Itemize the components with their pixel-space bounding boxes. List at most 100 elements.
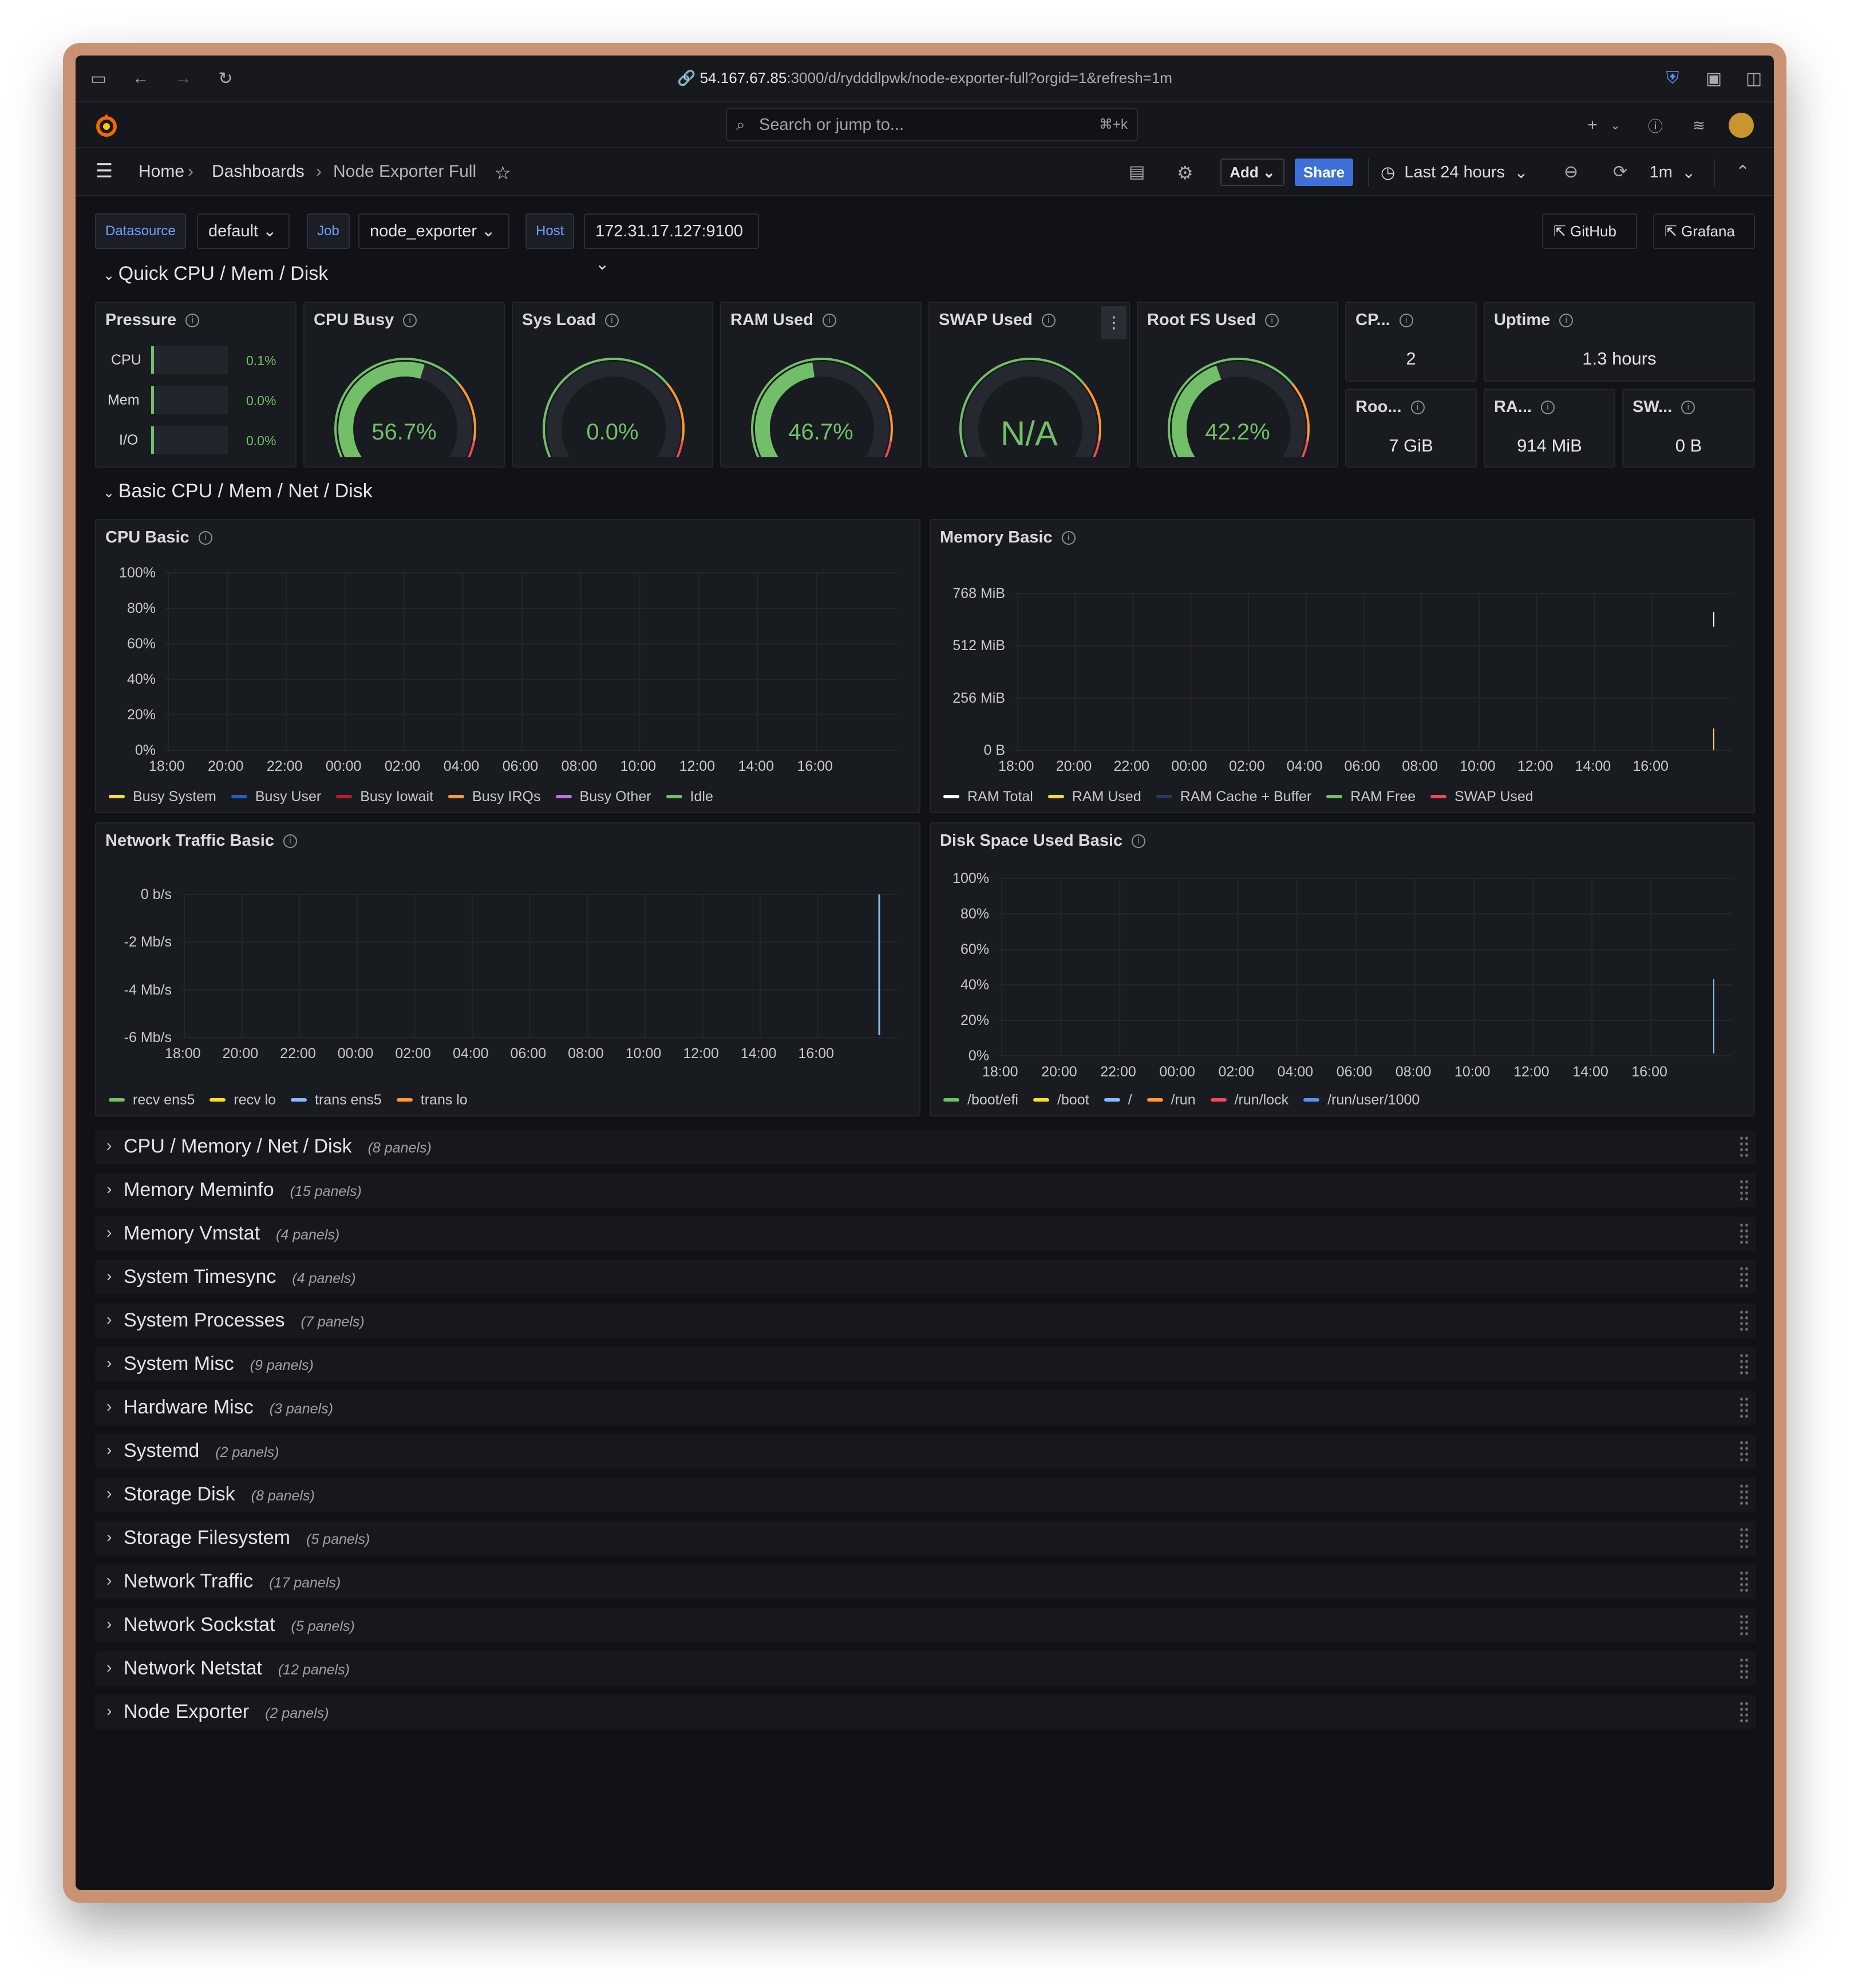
legend-item[interactable]: trans ens5 [291,1092,382,1108]
plus-icon[interactable]: + [1581,114,1604,137]
x-tick-label: 18:00 [998,758,1034,774]
grafana-link[interactable]: ⇱ Grafana [1653,213,1755,249]
info-icon[interactable]: i [1681,401,1695,415]
x-tick-label: 16:00 [1631,1064,1667,1080]
drag-handle-icon[interactable] [1739,1135,1749,1158]
legend-swatch [109,1098,125,1102]
legend-item[interactable]: Busy Iowait [336,789,433,805]
info-icon[interactable]: i [1265,314,1279,328]
shield-icon[interactable]: ⛨ [1661,67,1684,90]
drag-handle-icon[interactable] [1739,1179,1749,1202]
refresh-interval-picker[interactable]: 1m ⌄ [1644,159,1701,186]
legend-item[interactable]: /boot/efi [943,1092,1018,1108]
drag-handle-icon[interactable] [1739,1701,1749,1724]
legend-item[interactable]: Busy IRQs [448,789,541,805]
info-icon[interactable]: i [1559,314,1574,328]
address-bar[interactable]: 🔗 54.167.67.85:3000/d/rydddlpwk/node-exp… [76,69,1774,87]
legend-item[interactable]: Busy System [109,789,216,805]
info-icon[interactable]: i [604,314,619,328]
collapsed-row[interactable]: › Storage Disk (8 panels) [95,1478,1756,1512]
github-link[interactable]: ⇱ GitHub [1542,213,1637,249]
breadcrumb-dashboards[interactable]: Dashboards [212,162,305,181]
job-select[interactable]: node_exporter ⌄ [358,213,509,249]
drag-handle-icon[interactable] [1739,1570,1749,1593]
collapsed-row[interactable]: › Memory Vmstat (4 panels) [95,1217,1756,1251]
collapsed-row[interactable]: › Node Exporter (2 panels) [95,1695,1756,1729]
drag-handle-icon[interactable] [1739,1614,1749,1637]
legend-item[interactable]: Busy Other [555,789,651,805]
collapse-chevron-icon[interactable]: ⌃ [1736,162,1750,182]
info-icon[interactable]: i [403,314,417,328]
host-select[interactable]: 172.31.17.127:9100 ⌄ [584,213,759,274]
menu-icon[interactable]: ☰ [93,160,116,183]
collapsed-row[interactable]: › Memory Meminfo (15 panels) [95,1173,1756,1207]
collapsed-row[interactable]: › System Processes (7 panels) [95,1304,1756,1338]
info-icon[interactable]: i [1041,314,1056,328]
grafana-logo-icon[interactable] [93,112,120,139]
legend-item[interactable]: / [1104,1092,1132,1108]
legend-item[interactable]: Busy User [231,789,321,805]
time-range-picker[interactable]: ◷ Last 24 hours ⌄ [1381,159,1552,186]
collapsed-row-title: Node Exporter (2 panels) [124,1701,329,1723]
info-icon[interactable]: i [1410,401,1425,415]
collapsed-row[interactable]: › System Timesync (4 panels) [95,1260,1756,1294]
datasource-select[interactable]: default ⌄ [197,213,290,249]
legend-item[interactable]: recv ens5 [109,1092,195,1108]
search-input[interactable]: ⌕ Search or jump to... ⌘+k [726,108,1138,141]
drag-handle-icon[interactable] [1739,1266,1749,1289]
breadcrumb-home[interactable]: Home [139,162,184,181]
legend-item[interactable]: RAM Cache + Buffer [1156,789,1311,805]
drag-handle-icon[interactable] [1739,1483,1749,1506]
star-icon[interactable]: ☆ [495,162,511,184]
info-icon[interactable]: i [823,314,837,328]
x-tick-label: 02:00 [395,1046,431,1062]
collapsed-row[interactable]: › System Misc (9 panels) [95,1347,1756,1381]
add-button[interactable]: Add ⌄ [1220,159,1284,186]
drag-handle-icon[interactable] [1739,1222,1749,1245]
split-view-icon[interactable]: ◫ [1742,67,1765,90]
collapsed-row[interactable]: › CPU / Memory / Net / Disk (8 panels) [95,1130,1756,1164]
collapsed-row[interactable]: › Storage Filesystem (5 panels) [95,1521,1756,1555]
legend-item[interactable]: /run/user/1000 [1303,1092,1420,1108]
row-basic-title: Basic CPU / Mem / Net / Disk [118,480,373,502]
collapsed-row[interactable]: › Network Netstat (12 panels) [95,1652,1756,1686]
legend-item[interactable]: trans lo [396,1092,468,1108]
info-icon[interactable]: i [185,314,200,328]
legend-item[interactable]: RAM Free [1326,789,1416,805]
collapsed-row[interactable]: › Network Sockstat (5 panels) [95,1608,1756,1642]
avatar[interactable] [1729,113,1754,138]
legend-item[interactable]: Idle [666,789,713,805]
collapsed-row[interactable]: › Hardware Misc (3 panels) [95,1391,1756,1425]
info-icon[interactable]: i [1541,401,1555,415]
drag-handle-icon[interactable] [1739,1657,1749,1680]
legend-item[interactable]: RAM Total [943,789,1033,805]
refresh-icon[interactable]: ⟳ [1613,162,1627,182]
row-quick-cpu[interactable]: ⌄ Quick CPU / Mem / Disk [103,263,328,285]
legend-item[interactable]: /run [1147,1092,1196,1108]
drag-handle-icon[interactable] [1739,1527,1749,1550]
chevron-down-icon[interactable]: ⌄ [1604,114,1627,137]
drag-handle-icon[interactable] [1739,1396,1749,1419]
info-icon[interactable]: i [1399,314,1413,328]
zoom-out-icon[interactable]: ⊖ [1564,162,1578,182]
legend-item[interactable]: recv lo [209,1092,276,1108]
ram-used-panel: RAM Used i 46.7% [720,302,922,468]
share-button[interactable]: Share [1295,159,1353,186]
rss-icon[interactable]: ≋ [1687,114,1710,137]
legend-item[interactable]: SWAP Used [1430,789,1533,805]
panel-menu-icon[interactable]: ⋮ [1101,306,1126,339]
legend-item[interactable]: RAM Used [1047,789,1141,805]
legend-item[interactable]: /boot [1033,1092,1089,1108]
drag-handle-icon[interactable] [1739,1440,1749,1463]
drag-handle-icon[interactable] [1739,1309,1749,1332]
collapsed-row[interactable]: › Network Traffic (17 panels) [95,1565,1756,1599]
gear-icon[interactable]: ⚙ [1177,162,1193,184]
collapsed-row-title: Network Traffic (17 panels) [124,1570,341,1593]
extension-icon[interactable]: ▣ [1702,67,1725,90]
collapsed-row[interactable]: › Systemd (2 panels) [95,1434,1756,1468]
help-icon[interactable]: ⓘ [1644,114,1667,137]
save-icon[interactable]: ▤ [1129,162,1145,182]
legend-item[interactable]: /run/lock [1210,1092,1288,1108]
row-basic-cpu[interactable]: ⌄ Basic CPU / Mem / Net / Disk [103,480,373,502]
drag-handle-icon[interactable] [1739,1353,1749,1376]
